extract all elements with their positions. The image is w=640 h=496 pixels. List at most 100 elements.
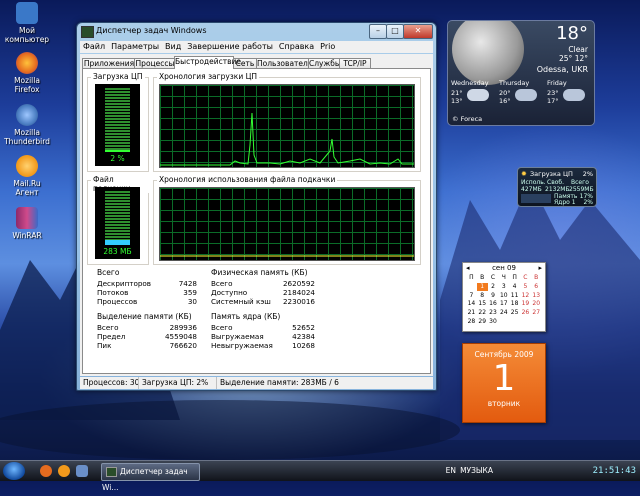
cpu-history-chart: [159, 84, 415, 168]
menu-bar: Файл Параметры Вид Завершение работы Справка…: [80, 41, 433, 53]
weather-gadget[interactable]: 18° Clear 25° 12° Odessa, UKR Wednesday …: [447, 20, 595, 126]
commit-row: Предел 4559048: [97, 332, 197, 341]
task-manager-icon: [81, 26, 94, 38]
cpu-meter-gadget[interactable]: ✹ Загрузка ЦП 2% Исполь. Своб. Всего 427…: [517, 167, 597, 207]
maximize-button[interactable]: □: [386, 24, 404, 39]
calendar-day[interactable]: 29: [477, 318, 488, 326]
commit-row: Пик 766620: [97, 341, 197, 350]
cpu-usage-meter: 2 %: [95, 84, 140, 166]
calendar-day[interactable]: 19: [520, 300, 531, 308]
cpu-history-label: Хронология загрузки ЦП: [157, 72, 260, 81]
desktop-quicklaunch-icon[interactable]: [76, 465, 88, 477]
calendar-day[interactable]: 25: [509, 309, 520, 317]
menu-file[interactable]: Файл: [80, 41, 108, 52]
calendar-day[interactable]: 21: [466, 309, 477, 317]
pagefile-history-label: Хронология использования файла подкачки: [157, 175, 338, 184]
calendar-gadget[interactable]: ◂ сен 09 ▸ П В С Ч П С В 1 2 3 4 5 6 7 8 9 10 11 12 13 14 15 1…: [462, 262, 546, 332]
totals-row: Потоков 359: [97, 288, 197, 297]
calendar-weekday: С: [490, 274, 496, 281]
desktop-icon-label: Мой компьютер: [4, 26, 50, 44]
calendar-grid: П В С Ч П С В 1 2 3 4 5 6 7 8 9 10 11 12 13 14 15 16 17 18 19 20 21…: [466, 274, 542, 328]
calendar-day[interactable]: 30: [488, 318, 499, 326]
rain-icon: [515, 89, 537, 101]
pagefile-history-group: Хронология использования файла подкачки: [153, 175, 421, 265]
day-page-gadget[interactable]: Сентябрь 2009 1 вторник: [462, 343, 546, 423]
forecast-row: Wednesday 21° 13° Thursday 20° 16° Frida…: [448, 79, 594, 113]
calendar-day[interactable]: 6: [531, 283, 542, 291]
menu-shutdown[interactable]: Завершение работы: [184, 41, 276, 52]
totals-title: Всего: [97, 268, 120, 277]
winrar-icon: [16, 207, 38, 229]
desktop-icon-my-computer[interactable]: Мой компьютер: [2, 2, 52, 44]
firefox-quicklaunch-icon[interactable]: [40, 465, 52, 477]
calendar-day[interactable]: 13: [531, 292, 542, 300]
window-titlebar[interactable]: Диспетчер задач Windows – □ ✕: [77, 23, 436, 40]
menu-help[interactable]: Справка: [276, 41, 317, 52]
calendar-day[interactable]: 8: [477, 292, 488, 300]
start-button[interactable]: [3, 462, 25, 480]
cpu-usage-label: Загрузка ЦП: [91, 72, 145, 81]
calendar-day[interactable]: 27: [531, 309, 542, 317]
cpu-gadget-core-value: 2%: [583, 199, 593, 206]
cpu-usage-value: 2 %: [110, 154, 125, 163]
calendar-day[interactable]: 16: [488, 300, 499, 308]
calendar-day[interactable]: 24: [498, 309, 509, 317]
menu-options[interactable]: Параметры: [108, 41, 162, 52]
computer-icon: [16, 2, 38, 24]
menu-prio[interactable]: Prio: [317, 41, 338, 52]
performance-panel: Загрузка ЦП 2 % Хронология загрузки ЦП Ф…: [82, 68, 431, 374]
calendar-next-icon[interactable]: ▸: [538, 264, 542, 272]
calendar-day[interactable]: 23: [488, 309, 499, 317]
calendar-day[interactable]: 2: [488, 283, 499, 291]
cpu-gadget-value: 2%: [582, 170, 593, 178]
calendar-day[interactable]: 1: [476, 282, 488, 291]
physical-memory-title: Физическая память (КБ): [211, 268, 308, 277]
calendar-day[interactable]: 7: [466, 292, 477, 300]
calendar-weekday: В: [534, 274, 539, 281]
calendar-day[interactable]: 28: [466, 318, 477, 326]
weather-credit[interactable]: © Foreca: [452, 115, 482, 123]
calendar-day[interactable]: 22: [477, 309, 488, 317]
close-button[interactable]: ✕: [403, 24, 433, 39]
menu-view[interactable]: Вид: [162, 41, 184, 52]
minimize-button[interactable]: –: [369, 24, 387, 39]
calendar-day[interactable]: 4: [509, 283, 520, 291]
day-page-weekday: вторник: [487, 399, 521, 408]
taskbar-task-manager[interactable]: Диспетчер задач Wi...: [101, 463, 200, 492]
status-bar: Процессов: 30 Загрузка ЦП: 2% Выделение …: [80, 377, 433, 389]
clock[interactable]: 21:51:43: [593, 462, 636, 480]
calendar-day[interactable]: 15: [477, 300, 488, 308]
desktop-icon-label: Mozilla Thunderbird: [4, 128, 50, 146]
totals-row: Процессов 30: [97, 297, 197, 306]
calendar-day[interactable]: 14: [466, 300, 477, 308]
thunderbird-icon: [16, 104, 38, 126]
task-manager-icon: [106, 467, 117, 477]
calendar-day[interactable]: 10: [498, 292, 509, 300]
language-indicator[interactable]: EN: [446, 462, 456, 480]
mailru-agent-icon: [16, 155, 38, 177]
desktop-icon-thunderbird[interactable]: Mozilla Thunderbird: [2, 104, 52, 146]
calendar-day[interactable]: 18: [509, 300, 520, 308]
forecast-day: Thursday 20° 16°: [499, 79, 544, 105]
music-label[interactable]: МУЗЫКА: [460, 462, 493, 480]
desktop-icon-winrar[interactable]: WinRAR: [2, 207, 52, 240]
calendar-day[interactable]: 3: [498, 283, 509, 291]
calendar-day[interactable]: 26: [520, 309, 531, 317]
rain-icon: [563, 89, 585, 101]
calendar-day[interactable]: 17: [498, 300, 509, 308]
calendar-day[interactable]: 5: [520, 283, 531, 291]
totals-row: Дескрипторов 7428: [97, 279, 197, 288]
tab-performance[interactable]: Быстродействие: [174, 56, 241, 69]
desktop-icon-mailru-agent[interactable]: Mail.Ru Агент: [2, 155, 52, 197]
calendar-day[interactable]: 11: [509, 292, 520, 300]
status-commit: Выделение памяти: 283МБ / 6: [216, 377, 339, 389]
forecast-day: Friday 23° 17°: [547, 79, 592, 105]
calendar-day[interactable]: 12: [520, 292, 531, 300]
desktop-icon-firefox[interactable]: Mozilla Firefox: [2, 52, 52, 94]
calendar-day[interactable]: 20: [531, 300, 542, 308]
calendar-weekday: П: [512, 274, 517, 281]
calendar-day[interactable]: 9: [488, 292, 499, 300]
mailru-quicklaunch-icon[interactable]: [58, 465, 70, 477]
commit-row: Всего 289936: [97, 323, 197, 332]
calendar-weekday: П: [469, 274, 474, 281]
